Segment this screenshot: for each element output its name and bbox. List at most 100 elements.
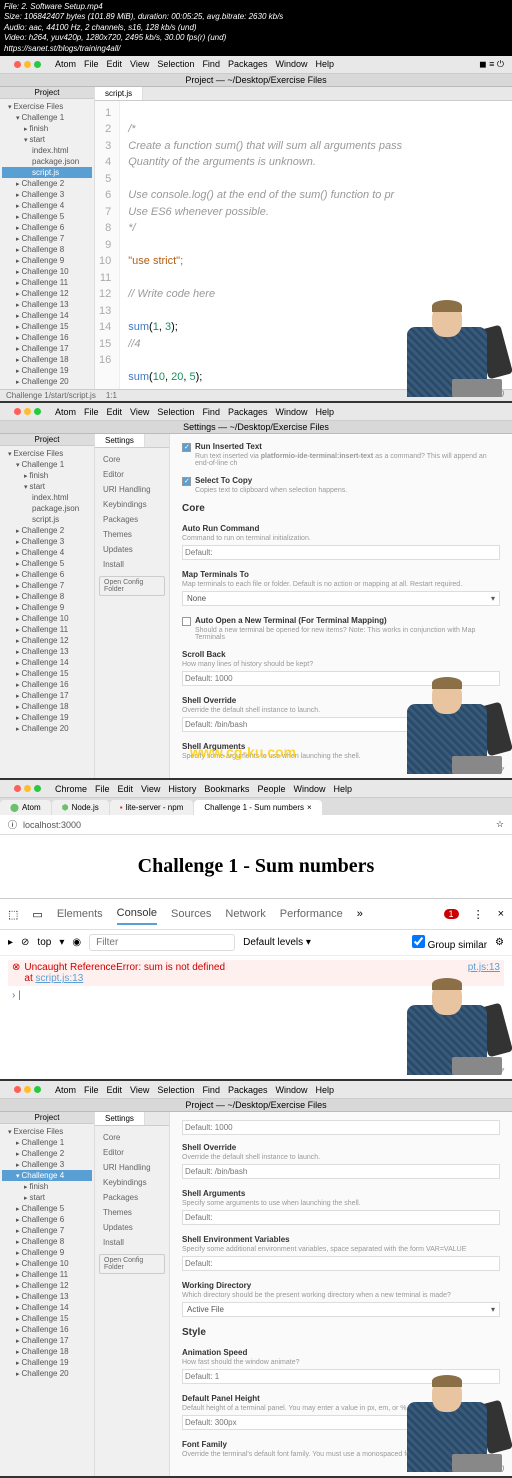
window-controls[interactable] bbox=[8, 405, 47, 418]
tree-item[interactable]: Challenge 12 bbox=[2, 288, 92, 299]
shell-override-input[interactable] bbox=[182, 717, 500, 732]
star-icon[interactable]: ☆ bbox=[496, 819, 504, 830]
close-icon[interactable]: × bbox=[307, 803, 312, 812]
tab-elements[interactable]: Elements bbox=[57, 904, 103, 924]
error-source-link[interactable]: pt.js:13 bbox=[468, 962, 500, 984]
error-source-link[interactable]: script.js:13 bbox=[36, 973, 84, 984]
checkbox-run-inserted[interactable] bbox=[182, 443, 191, 452]
tab-console[interactable]: Console bbox=[117, 903, 157, 925]
anim-speed-input[interactable] bbox=[182, 1369, 500, 1384]
tree-item[interactable]: Challenge 11 bbox=[2, 277, 92, 288]
nav-updates[interactable]: Updates bbox=[99, 542, 165, 557]
inspect-icon[interactable]: ⬚ bbox=[8, 908, 18, 921]
editor-tab-script[interactable]: script.js bbox=[95, 87, 143, 100]
menu-selection[interactable]: Selection bbox=[157, 59, 194, 69]
chrome-tab[interactable]: ⬤Atom bbox=[0, 800, 51, 815]
chrome-tab[interactable]: ▪lite-server - npm bbox=[110, 800, 194, 815]
settings-tab[interactable]: Settings bbox=[95, 434, 145, 447]
menu-help[interactable]: Help bbox=[316, 59, 335, 69]
nav-packages[interactable]: Packages bbox=[99, 512, 165, 527]
info-icon[interactable]: ⓘ bbox=[8, 818, 17, 831]
levels-select[interactable]: Default levels ▾ bbox=[243, 937, 311, 948]
gear-icon[interactable]: ⚙ bbox=[495, 937, 504, 948]
tree-item[interactable]: Challenge 10 bbox=[2, 266, 92, 277]
menu-packages[interactable]: Packages bbox=[228, 59, 268, 69]
tree-item[interactable]: Challenge 18 bbox=[2, 354, 92, 365]
menu-file[interactable]: File bbox=[84, 59, 99, 69]
tree-item[interactable]: Challenge 5 bbox=[2, 211, 92, 222]
tree-item[interactable]: Challenge 2 bbox=[2, 178, 92, 189]
tab-performance[interactable]: Performance bbox=[280, 904, 343, 924]
tree-item[interactable]: Challenge 8 bbox=[2, 244, 92, 255]
clear-console-icon[interactable]: ⊘ bbox=[21, 937, 29, 948]
working-dir-select[interactable]: Active File▾ bbox=[182, 1302, 500, 1317]
shell-env-input[interactable] bbox=[182, 1256, 500, 1271]
checkbox-auto-open[interactable] bbox=[182, 617, 191, 626]
window-controls[interactable] bbox=[8, 782, 47, 795]
tree-item[interactable]: Challenge 17 bbox=[2, 343, 92, 354]
error-count-badge[interactable]: 1 bbox=[444, 909, 459, 919]
tree-item[interactable]: Challenge 19 bbox=[2, 365, 92, 376]
tree-challenge4-active[interactable]: Challenge 4 bbox=[2, 1170, 92, 1181]
tree-item[interactable]: Challenge 7 bbox=[2, 233, 92, 244]
tree-root[interactable]: Exercise Files bbox=[2, 101, 92, 112]
tree-item[interactable]: Challenge 6 bbox=[2, 222, 92, 233]
device-icon[interactable]: ▭ bbox=[32, 908, 42, 921]
tab-sources[interactable]: Sources bbox=[171, 904, 211, 924]
sidebar-toggle-icon[interactable]: ▸ bbox=[8, 937, 13, 948]
timestamp: 00:02:07 bbox=[469, 766, 504, 776]
group-similar-checkbox[interactable] bbox=[412, 935, 425, 948]
more-tabs-icon[interactable]: » bbox=[357, 908, 363, 920]
code-editor[interactable]: 12345678910111213141516 /* Create a func… bbox=[95, 101, 512, 390]
open-config-button[interactable]: Open Config Folder bbox=[99, 576, 165, 596]
menu-window[interactable]: Window bbox=[275, 59, 307, 69]
map-terminals-select[interactable]: None▾ bbox=[182, 591, 500, 606]
context-select[interactable]: top bbox=[37, 937, 51, 948]
window-controls[interactable] bbox=[8, 1083, 47, 1096]
nav-keybindings[interactable]: Keybindings bbox=[99, 497, 165, 512]
tree-challenge1[interactable]: Challenge 1 bbox=[2, 112, 92, 123]
window-controls[interactable] bbox=[8, 58, 47, 71]
tree-start[interactable]: start bbox=[2, 134, 92, 145]
tree-item[interactable]: Challenge 3 bbox=[2, 189, 92, 200]
shell-override-input[interactable] bbox=[182, 1164, 500, 1179]
nav-install[interactable]: Install bbox=[99, 557, 165, 572]
open-config-button[interactable]: Open Config Folder bbox=[99, 1254, 165, 1274]
chrome-tab[interactable]: ⬢Node.js bbox=[52, 800, 109, 815]
menu-edit[interactable]: Edit bbox=[107, 59, 123, 69]
atom-menubar: Atom File Edit View Selection Find Packa… bbox=[0, 1081, 512, 1099]
settings-tab[interactable]: Settings bbox=[95, 1112, 145, 1125]
tree-index[interactable]: index.html bbox=[2, 145, 92, 156]
tree-finish[interactable]: finish bbox=[2, 123, 92, 134]
menu-find[interactable]: Find bbox=[202, 59, 220, 69]
shell-args-input[interactable] bbox=[182, 1210, 500, 1225]
menu-view[interactable]: View bbox=[130, 59, 149, 69]
url-input[interactable]: localhost:3000 bbox=[23, 820, 490, 830]
scroll-back-input[interactable] bbox=[182, 671, 500, 686]
nav-core[interactable]: Core bbox=[99, 452, 165, 467]
tree-item[interactable]: Challenge 16 bbox=[2, 332, 92, 343]
tab-network[interactable]: Network bbox=[225, 904, 265, 924]
console-prompt[interactable]: › | bbox=[8, 986, 504, 1005]
close-icon[interactable]: × bbox=[498, 908, 504, 920]
tree-item[interactable]: Challenge 13 bbox=[2, 299, 92, 310]
panel-height-input[interactable] bbox=[182, 1415, 500, 1430]
checkbox-select-copy[interactable] bbox=[182, 477, 191, 486]
tree-item[interactable]: Challenge 9 bbox=[2, 255, 92, 266]
nav-uri[interactable]: URI Handling bbox=[99, 482, 165, 497]
tree-item[interactable]: Challenge 15 bbox=[2, 321, 92, 332]
chrome-tab-active[interactable]: Challenge 1 - Sum numbers× bbox=[194, 800, 321, 815]
eye-icon[interactable]: ◉ bbox=[72, 937, 81, 948]
tree-script-active[interactable]: script.js bbox=[2, 167, 92, 178]
nav-themes[interactable]: Themes bbox=[99, 527, 165, 542]
menu-atom[interactable]: Atom bbox=[55, 59, 76, 69]
tree-package[interactable]: package.json bbox=[2, 156, 92, 167]
tree-item[interactable]: Challenge 4 bbox=[2, 200, 92, 211]
auto-run-input[interactable] bbox=[182, 545, 500, 560]
nav-editor[interactable]: Editor bbox=[99, 467, 165, 482]
devtools: ⬚ ▭ Elements Console Sources Network Per… bbox=[0, 898, 512, 1079]
kebab-icon[interactable]: ⋮ bbox=[473, 908, 484, 921]
tree-item[interactable]: Challenge 14 bbox=[2, 310, 92, 321]
tree-item[interactable]: Challenge 20 bbox=[2, 376, 92, 387]
filter-input[interactable] bbox=[89, 934, 235, 951]
